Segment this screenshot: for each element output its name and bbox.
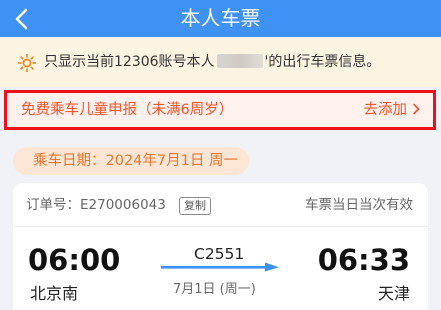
order-row: 订单号：E270006043 复制 车票当日当次有效: [13, 183, 428, 227]
notice-text: 只显示当前12306账号本人 '的出行车票信息。: [44, 54, 380, 71]
add-child-button[interactable]: 去添加: [364, 101, 422, 119]
header-bar: 本人车票: [0, 0, 441, 37]
notice-text-before: 只显示当前12306账号本人: [44, 54, 215, 70]
travel-date-badge: 乘车日期：2024年7月1日 周一: [13, 147, 249, 175]
departure-station: 北京南: [30, 284, 79, 303]
child-declaration-label: 免费乘车儿童申报（未满6周岁）: [21, 102, 234, 118]
chevron-right-icon: [413, 103, 420, 115]
sun-icon: [18, 54, 36, 72]
ticket-card[interactable]: 订单号：E270006043 复制 车票当日当次有效 06:00 C2551 0…: [13, 183, 428, 310]
travel-date-text: 乘车日期：2024年7月1日 周一: [33, 153, 238, 169]
add-child-label: 去添加: [363, 102, 408, 118]
train-date: 7月1日 (周一): [173, 282, 256, 297]
notice-banner: 只显示当前12306账号本人 '的出行车票信息。: [0, 37, 441, 87]
arrival-station: 天津: [377, 284, 410, 303]
copy-button[interactable]: 复制: [179, 197, 211, 215]
arrival-time: 06:33: [317, 243, 410, 277]
notice-text-after: '的出行车票信息。: [264, 54, 381, 70]
departure-time: 06:00: [28, 243, 121, 277]
order-number: 订单号：E270006043: [26, 197, 166, 213]
page-title: 本人车票: [180, 6, 261, 30]
redacted-name: [216, 54, 263, 68]
direction-arrow-icon: [161, 262, 279, 272]
child-declaration-row[interactable]: 免费乘车儿童申报（未满6周岁） 去添加: [4, 90, 436, 130]
validity-note: 车票当日当次有效: [305, 197, 413, 213]
